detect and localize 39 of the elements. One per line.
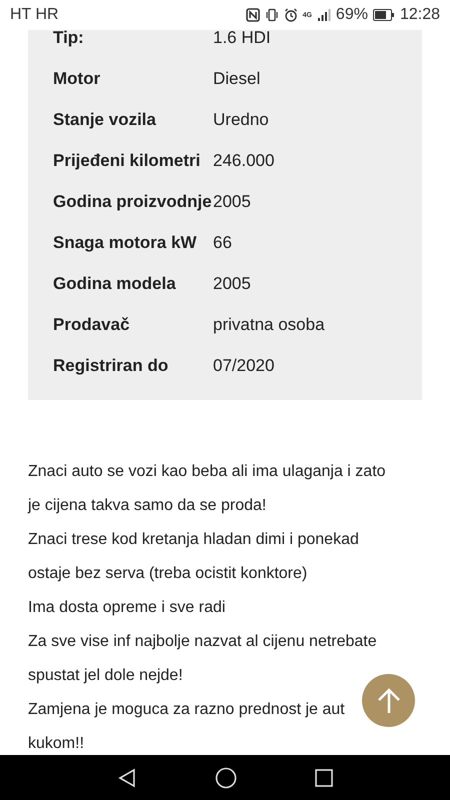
signal-icon <box>316 8 331 22</box>
nfc-icon <box>246 8 260 22</box>
spec-label: Stanje vozila <box>53 108 157 131</box>
spec-value: Diesel <box>213 68 260 90</box>
battery-percent: 69% <box>336 5 368 25</box>
spec-label: Tip: <box>53 30 85 49</box>
spec-label: Prijeđeni kilometri <box>53 150 202 172</box>
spec-value: 2005 <box>213 272 251 295</box>
back-icon[interactable] <box>117 768 137 788</box>
spec-label: Prodavač <box>53 314 131 336</box>
vibrate-icon <box>264 8 279 22</box>
description-text: je cijena takva samo da se proda! <box>28 496 266 516</box>
arrow-up-icon <box>376 686 400 714</box>
home-icon[interactable] <box>215 766 237 788</box>
description-text: Ima dosta opreme i sve radi <box>28 598 226 618</box>
spec-label: Snaga motora kW <box>53 232 198 254</box>
description-text: kukom!! <box>28 734 84 754</box>
spec-value: 2005 <box>213 190 251 213</box>
spec-label: Godina modela <box>53 272 177 295</box>
spec-label: Registriran do <box>53 354 170 377</box>
spec-value: Uredno <box>213 108 269 131</box>
description-text: ostaje bez serva (treba ocistit konktore) <box>28 564 308 584</box>
description-text: Znaci trese kod kretanja hladan dimi i ponekad <box>28 530 359 550</box>
spec-value: 07/2020 <box>213 354 274 377</box>
spec-label: Godina proizvodnje <box>53 190 213 213</box>
description-text: Za sve vise inf najbolje nazvat al cijenu netrebate <box>28 632 377 652</box>
spec-value: privatna osoba <box>213 314 325 336</box>
carrier-name: HT HR <box>10 5 59 25</box>
description-text: Zamjena je moguca za razno prednost je aut <box>28 700 345 720</box>
battery-icon <box>372 9 395 21</box>
alarm-icon <box>284 8 298 22</box>
spec-value: 1.6 HDI <box>213 30 271 49</box>
spec-value: 246.000 <box>213 150 274 172</box>
spec-label: Motor <box>53 68 102 90</box>
description-text: spustat jel dole nejde! <box>28 666 183 686</box>
description-text: Znaci auto se vozi kao beba ali ima ulaganja i zato <box>28 462 386 482</box>
spec-value: 66 <box>213 232 232 254</box>
clock-time: 12:28 <box>400 5 440 25</box>
recents-icon[interactable] <box>315 768 333 786</box>
